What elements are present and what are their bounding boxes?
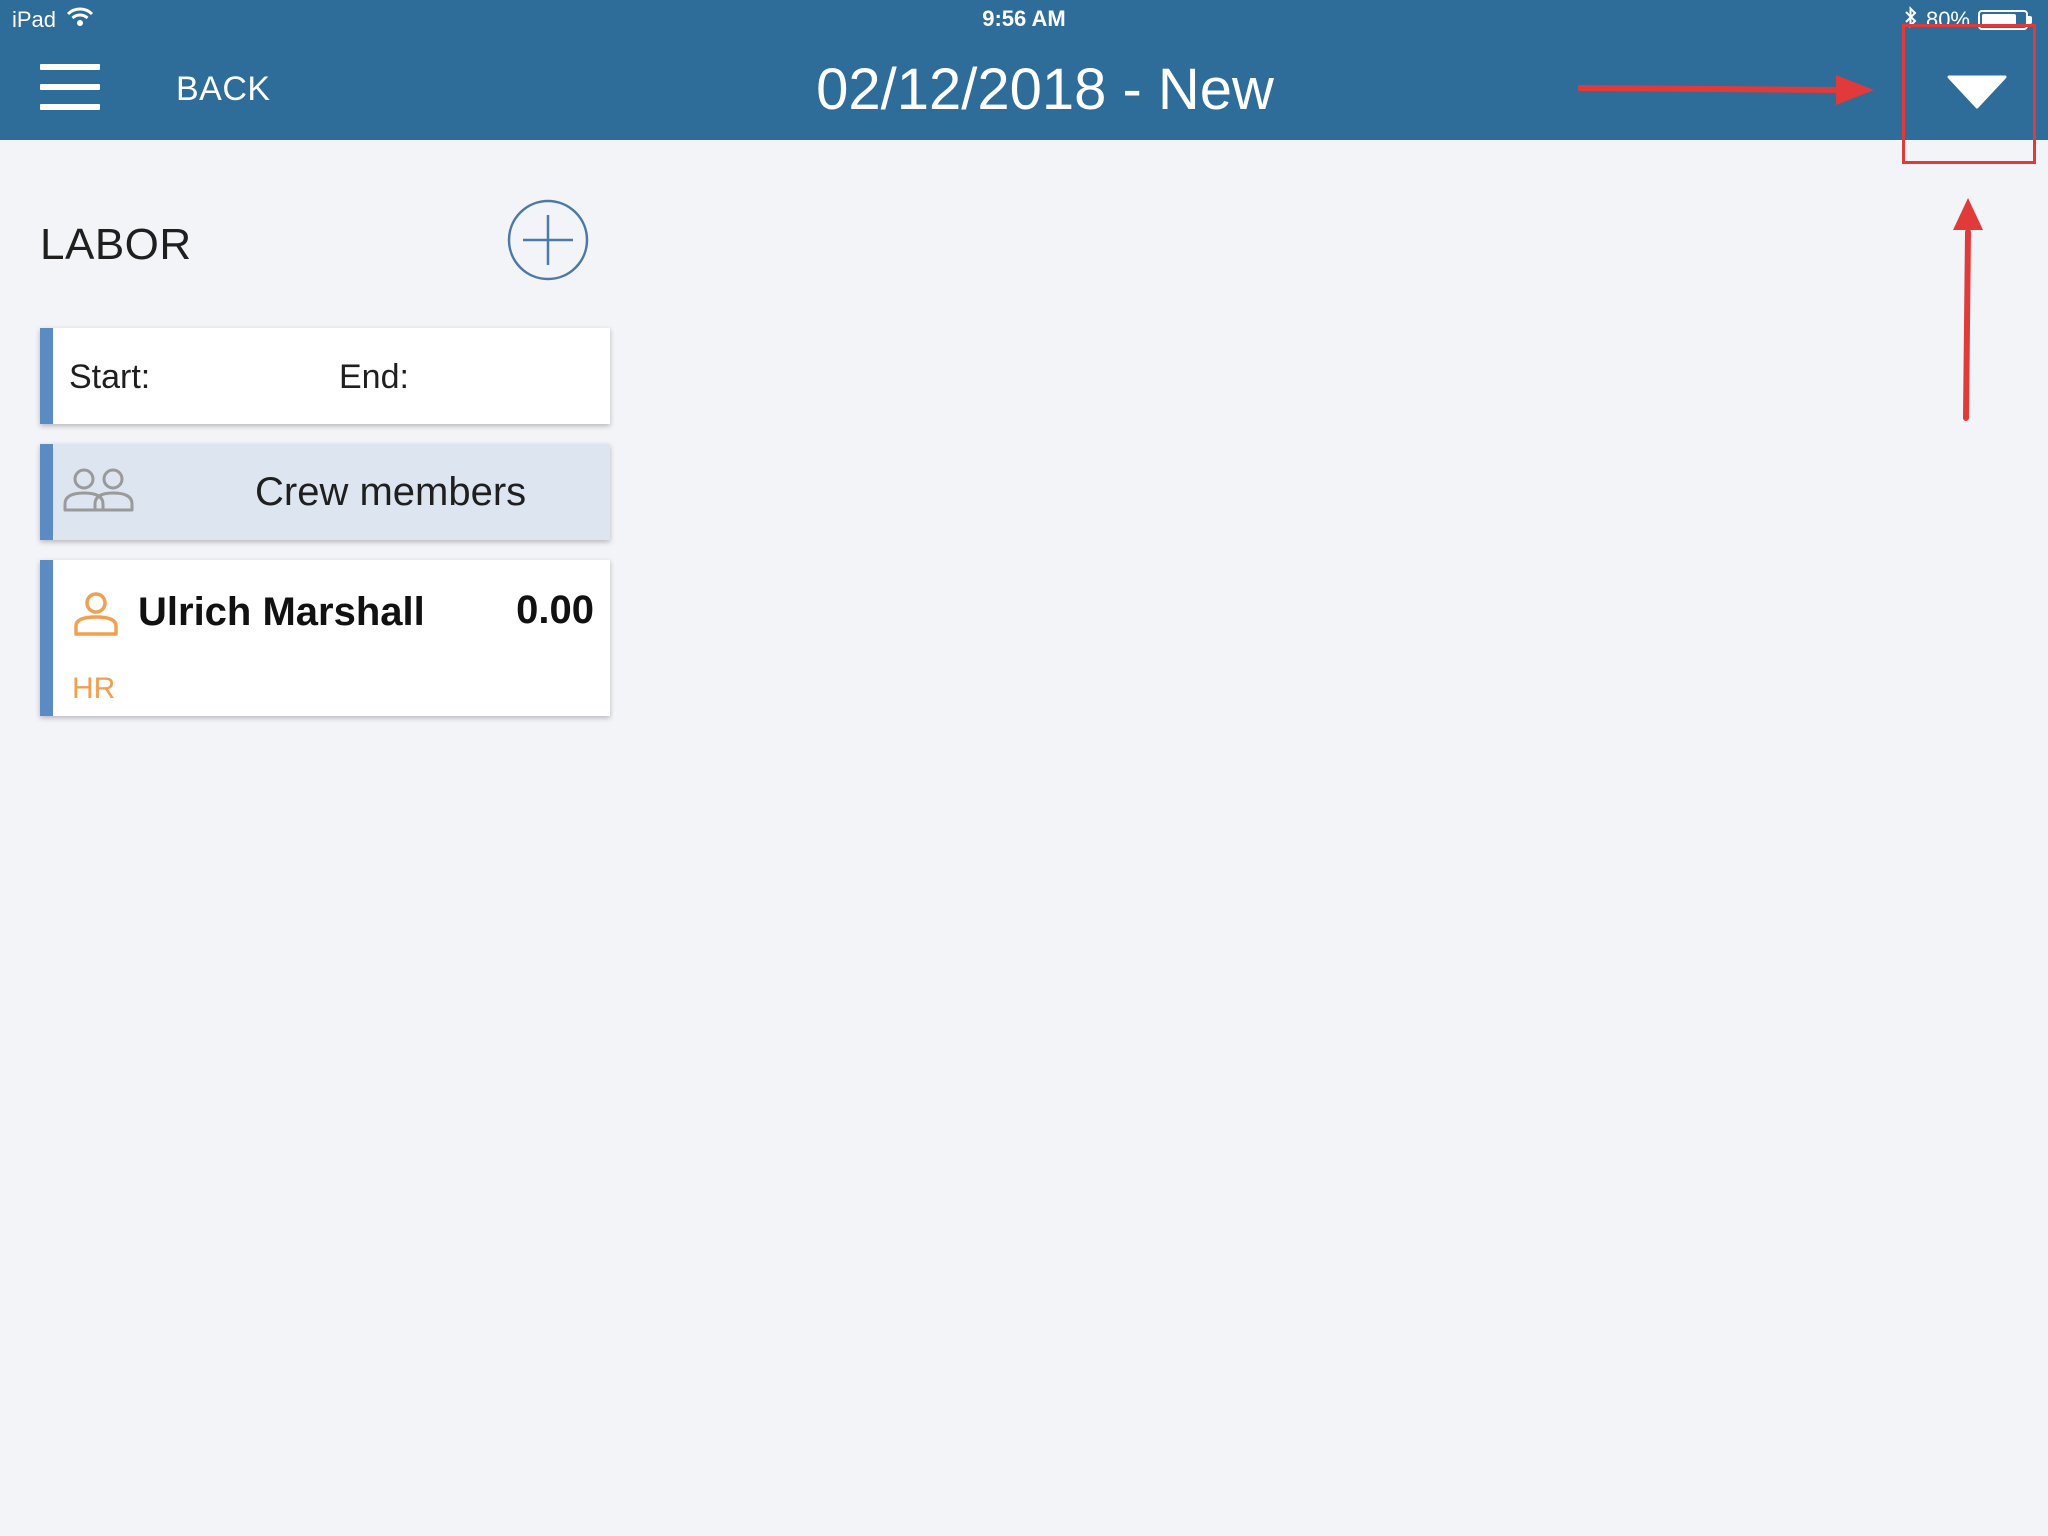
plus-circle-icon bbox=[507, 199, 589, 281]
crew-members-button[interactable]: Crew members bbox=[40, 444, 610, 540]
add-labor-button[interactable] bbox=[506, 198, 590, 282]
labor-section-title: LABOR bbox=[40, 220, 192, 269]
crew-member-role: HR bbox=[72, 672, 116, 705]
crew-members-label: Crew members bbox=[255, 470, 527, 514]
annotation-arrow-up bbox=[1953, 198, 1983, 421]
start-time-label: Start: bbox=[69, 358, 151, 396]
people-group-icon bbox=[63, 468, 134, 512]
annotation-arrow-right bbox=[1578, 75, 1874, 105]
end-time-label: End: bbox=[339, 358, 409, 396]
crew-member-hours: 0.00 bbox=[516, 588, 594, 632]
labor-time-card[interactable]: Start: End: bbox=[40, 328, 610, 424]
battery-tip bbox=[2028, 16, 2032, 24]
status-time: 9:56 AM bbox=[982, 6, 1066, 31]
person-icon bbox=[74, 592, 118, 636]
crew-member-name: Ulrich Marshall bbox=[138, 590, 425, 634]
annotation-highlight-box bbox=[1902, 24, 2036, 164]
crew-member-card[interactable]: Ulrich Marshall 0.00 HR bbox=[40, 560, 610, 716]
